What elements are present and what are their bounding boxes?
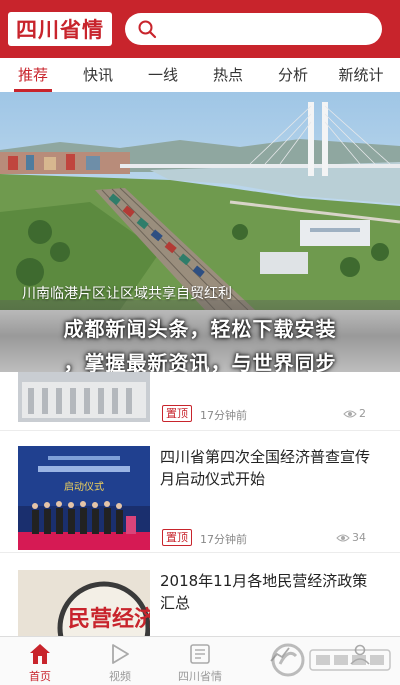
tab-analysis[interactable]: 分析	[260, 58, 326, 92]
play-icon	[112, 644, 129, 664]
view-count-value: 34	[352, 531, 366, 544]
pinned-badge: 置顶	[162, 529, 192, 546]
nav-sichuan[interactable]: 四川省情	[160, 637, 240, 685]
eye-icon	[343, 410, 357, 418]
news-thumbnail: 民营经济	[18, 570, 150, 636]
news-thumbnail: 启动仪式	[18, 446, 150, 550]
watermark-logo	[271, 643, 391, 677]
tab-flash[interactable]: 快讯	[65, 58, 131, 92]
thumb-text: 启动仪式	[64, 480, 104, 493]
overlay-headline-line1: 成都新闻头条，轻松下载安装	[63, 317, 337, 341]
tab-new-stats[interactable]: 新统计	[328, 58, 394, 92]
nav-video[interactable]: 视频	[80, 637, 160, 685]
list-item[interactable]: 置顶 17分钟前 2	[0, 372, 400, 431]
tab-recommend[interactable]: 推荐	[0, 58, 66, 92]
eye-icon	[336, 534, 350, 542]
view-count-value: 2	[359, 407, 366, 420]
nav-home[interactable]: 首页	[0, 637, 80, 685]
pinned-badge: 置顶	[162, 405, 192, 422]
news-time: 17分钟前	[200, 533, 247, 546]
home-icon	[30, 644, 50, 664]
news-time: 17分钟前	[200, 409, 247, 422]
top-bar: 四川省情	[0, 0, 400, 58]
app-logo-text: 四川省情	[16, 18, 104, 42]
search-input[interactable]	[125, 13, 382, 45]
thumb-text: 民营经济	[68, 606, 150, 632]
hero-photo	[0, 92, 400, 310]
hero-image[interactable]	[0, 92, 400, 310]
newspaper-icon	[190, 644, 210, 664]
nav-label: 首页	[29, 670, 51, 683]
tab-hot[interactable]: 热点	[195, 58, 261, 92]
category-tabs: 推荐 快讯 一线 热点 分析 新统计	[0, 58, 400, 93]
view-count: 34	[336, 531, 366, 544]
news-title: 四川省第四次全国经济普查宣传月启动仪式开始	[160, 448, 371, 488]
view-count: 2	[343, 407, 366, 420]
search-icon	[138, 20, 157, 39]
app-logo[interactable]: 四川省情	[8, 12, 112, 46]
list-item[interactable]: 启动仪式 四川省第四次全国经济普查宣传月启动仪式开始 置顶 17分钟前 34	[0, 432, 400, 553]
news-title: 2018年11月各地民营经济政策汇总	[160, 572, 368, 612]
tab-frontline[interactable]: 一线	[130, 58, 196, 92]
news-thumbnail	[18, 372, 150, 422]
nav-label: 视频	[109, 670, 131, 683]
nav-label: 四川省情	[178, 670, 222, 683]
